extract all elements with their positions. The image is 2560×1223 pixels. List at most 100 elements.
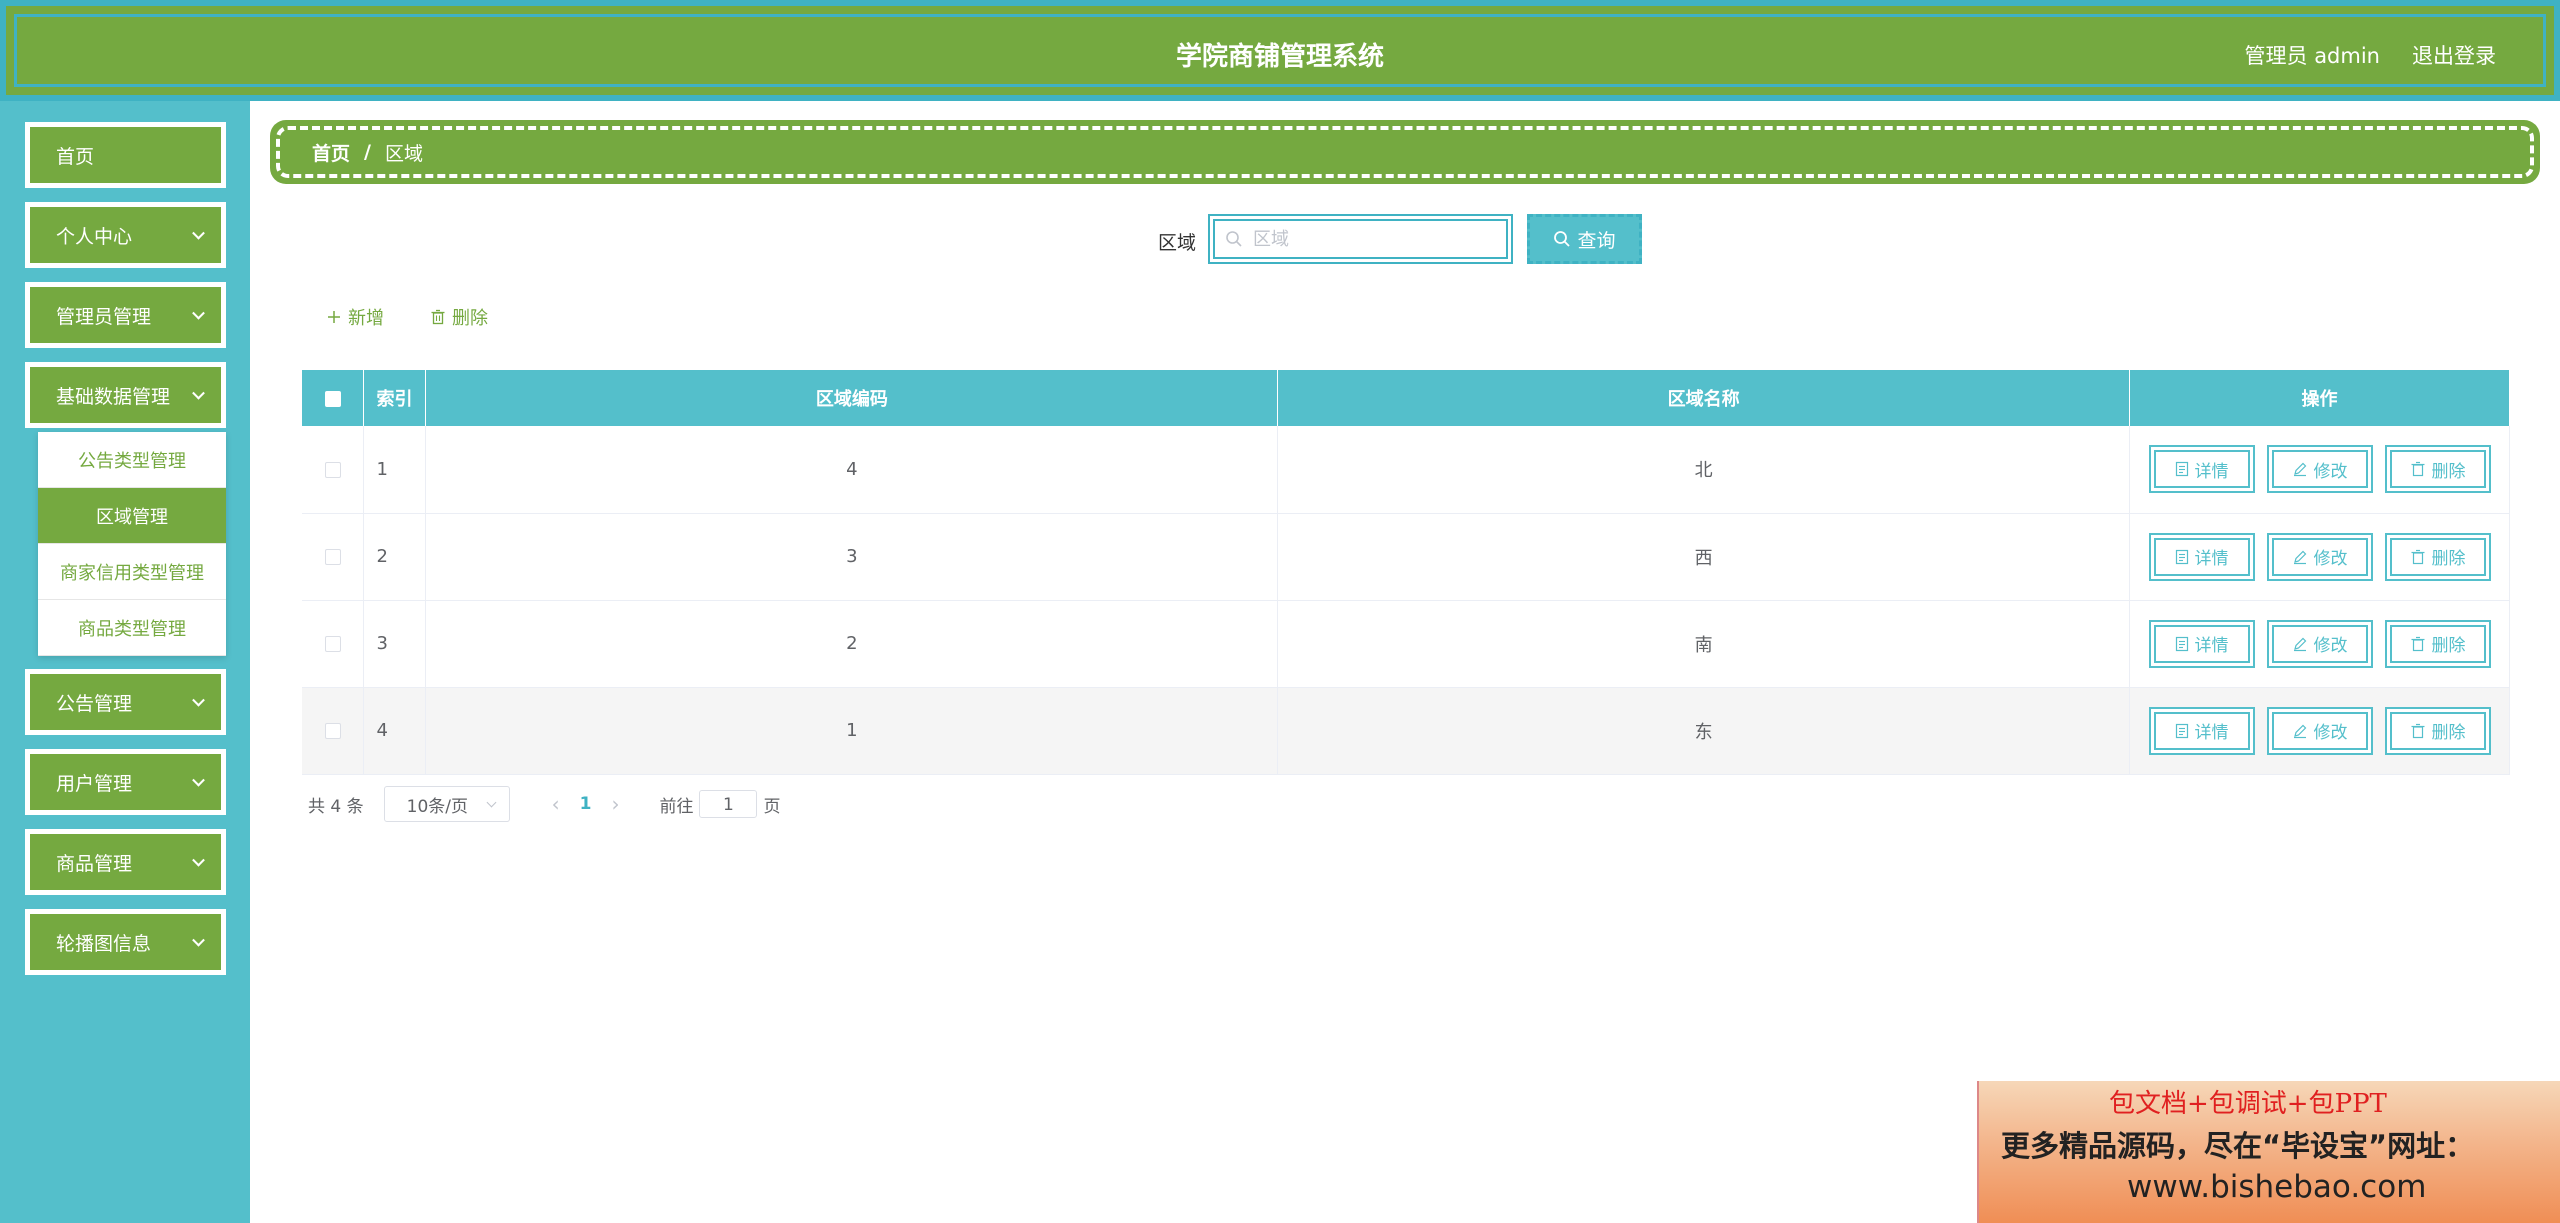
pagination-total: 共 4 条 bbox=[308, 796, 364, 817]
logout-link[interactable]: 退出登录 bbox=[2412, 40, 2496, 70]
submenu-item-notice-type[interactable]: 公告类型管理 bbox=[38, 432, 226, 488]
batch-delete-button[interactable]: 删除 bbox=[430, 304, 488, 330]
edit-button[interactable]: 修改 bbox=[2266, 532, 2373, 581]
delete-button-label: 删除 bbox=[2431, 723, 2466, 743]
submenu-item-product-type[interactable]: 商品类型管理 bbox=[38, 600, 226, 656]
cell-index: 4 bbox=[363, 687, 427, 775]
search-icon bbox=[1554, 231, 1571, 247]
sidebar-item-product-management[interactable]: 商品管理 bbox=[25, 829, 226, 895]
cell-ops: 详情 修改 删除 bbox=[2129, 600, 2510, 688]
goto-page-input[interactable]: 1 bbox=[699, 790, 758, 818]
app-title: 学院商铺管理系统 bbox=[1175, 42, 1384, 72]
goto-prefix: 前往 bbox=[659, 796, 694, 817]
breadcrumb-inner: 首页 / 区域 bbox=[276, 126, 2534, 178]
detail-button-label: 详情 bbox=[2194, 723, 2229, 743]
cell-index: 2 bbox=[363, 513, 427, 601]
page-size-select[interactable]: 10条/页 bbox=[383, 786, 510, 822]
document-icon bbox=[2175, 549, 2188, 564]
sidebar-item-home[interactable]: 首页 bbox=[25, 122, 226, 188]
submenu-item-region[interactable]: 区域管理 bbox=[38, 488, 226, 544]
sidebar-item-personal-center[interactable]: 个人中心 bbox=[25, 202, 226, 268]
pencil-icon bbox=[2293, 637, 2306, 651]
goto-suffix: 页 bbox=[763, 796, 781, 817]
cell-code: 3 bbox=[425, 513, 1279, 601]
add-button[interactable]: 新增 bbox=[326, 304, 384, 330]
chevron-down-icon bbox=[192, 853, 205, 867]
table-toolbar: 新增 删除 bbox=[326, 304, 488, 330]
delete-button[interactable]: 删除 bbox=[2384, 706, 2491, 755]
sidebar: 首页 个人中心 管理员管理 基础数据管理 公告类型管理 区域管理 商家信用类型管… bbox=[0, 101, 250, 1223]
edit-button[interactable]: 修改 bbox=[2266, 706, 2373, 755]
detail-button[interactable]: 详情 bbox=[2148, 706, 2255, 755]
search-field[interactable] bbox=[1208, 214, 1513, 264]
top-header: 学院商铺管理系统 管理员 admin 退出登录 bbox=[0, 0, 2560, 101]
detail-button-label: 详情 bbox=[2194, 461, 2229, 482]
breadcrumb: 首页 / 区域 bbox=[270, 120, 2540, 184]
trash-icon bbox=[2411, 549, 2424, 564]
sidebar-item-label: 商品管理 bbox=[56, 852, 133, 875]
edit-button[interactable]: 修改 bbox=[2266, 445, 2373, 494]
row-checkbox[interactable] bbox=[324, 636, 341, 652]
page-size-value: 10条/页 bbox=[406, 796, 468, 817]
basic-data-submenu: 公告类型管理 区域管理 商家信用类型管理 商品类型管理 bbox=[38, 432, 226, 656]
pagination: 共 4 条 10条/页 ‹ 1 › 前往 1 页 bbox=[308, 786, 780, 822]
document-icon bbox=[2175, 723, 2188, 738]
row-checkbox[interactable] bbox=[324, 723, 341, 739]
detail-button[interactable]: 详情 bbox=[2148, 619, 2255, 668]
add-button-label: 新增 bbox=[348, 308, 384, 329]
cell-code: 1 bbox=[425, 687, 1279, 775]
detail-button[interactable]: 详情 bbox=[2148, 445, 2255, 494]
select-all-checkbox[interactable] bbox=[324, 390, 341, 407]
cell-name: 西 bbox=[1277, 513, 2130, 601]
cell-code: 4 bbox=[425, 426, 1279, 514]
sidebar-item-label: 公告管理 bbox=[56, 692, 133, 715]
promo-line-1: 包文档+包调试+包PPT bbox=[2109, 1089, 2387, 1119]
row-checkbox[interactable] bbox=[324, 549, 341, 565]
current-user-label[interactable]: 管理员 admin bbox=[2245, 40, 2380, 70]
submenu-item-merchant-credit-type[interactable]: 商家信用类型管理 bbox=[38, 544, 226, 600]
row-checkbox-cell bbox=[302, 513, 365, 601]
sidebar-item-basic-data-management[interactable]: 基础数据管理 bbox=[25, 362, 226, 428]
sidebar-item-label: 基础数据管理 bbox=[56, 385, 171, 408]
sidebar-item-carousel-info[interactable]: 轮播图信息 bbox=[25, 909, 226, 975]
cell-index: 3 bbox=[363, 600, 427, 688]
column-header-code: 区域编码 bbox=[425, 370, 1279, 426]
trash-icon bbox=[2411, 723, 2424, 738]
sidebar-item-admin-management[interactable]: 管理员管理 bbox=[25, 282, 226, 348]
chevron-down-icon bbox=[192, 386, 205, 400]
query-button[interactable]: 查询 bbox=[1527, 214, 1642, 264]
delete-button[interactable]: 删除 bbox=[2384, 445, 2491, 494]
batch-delete-button-label: 删除 bbox=[452, 308, 488, 329]
promo-line-3: www.bishebao.com bbox=[2127, 1169, 2427, 1205]
detail-button[interactable]: 详情 bbox=[2148, 532, 2255, 581]
row-checkbox-cell bbox=[302, 687, 365, 775]
cell-name: 南 bbox=[1277, 600, 2130, 688]
sidebar-item-notice-management[interactable]: 公告管理 bbox=[25, 669, 226, 735]
row-checkbox-cell bbox=[302, 426, 365, 514]
prev-page-button[interactable]: ‹ bbox=[552, 792, 560, 816]
edit-button-label: 修改 bbox=[2313, 723, 2348, 743]
cell-ops: 详情 修改 删除 bbox=[2129, 687, 2510, 775]
table-row: 3 2 南 详情 修改 删除 bbox=[302, 600, 2510, 688]
column-header-index: 索引 bbox=[363, 370, 427, 426]
search-input[interactable] bbox=[1253, 228, 1483, 250]
promo-banner: 包文档+包调试+包PPT 更多精品源码，尽在“毕设宝”网址： www.bishe… bbox=[1977, 1081, 2560, 1223]
sidebar-item-label: 用户管理 bbox=[56, 772, 133, 795]
edit-button[interactable]: 修改 bbox=[2266, 619, 2373, 668]
document-icon bbox=[2175, 636, 2188, 651]
sidebar-item-user-management[interactable]: 用户管理 bbox=[25, 749, 226, 815]
breadcrumb-home[interactable]: 首页 bbox=[312, 139, 350, 166]
row-checkbox[interactable] bbox=[324, 461, 341, 478]
trash-icon bbox=[2411, 462, 2424, 477]
document-icon bbox=[2175, 462, 2188, 477]
delete-button[interactable]: 删除 bbox=[2384, 619, 2491, 668]
search-field-inner bbox=[1213, 219, 1508, 259]
delete-button-label: 删除 bbox=[2431, 636, 2466, 656]
delete-button[interactable]: 删除 bbox=[2384, 532, 2491, 581]
cell-name: 东 bbox=[1277, 687, 2130, 775]
query-button-label: 查询 bbox=[1577, 229, 1616, 252]
next-page-button[interactable]: › bbox=[611, 792, 619, 816]
search-label: 区域 bbox=[1158, 232, 1197, 254]
sidebar-item-label: 个人中心 bbox=[56, 225, 133, 248]
page-number-current[interactable]: 1 bbox=[580, 794, 592, 814]
